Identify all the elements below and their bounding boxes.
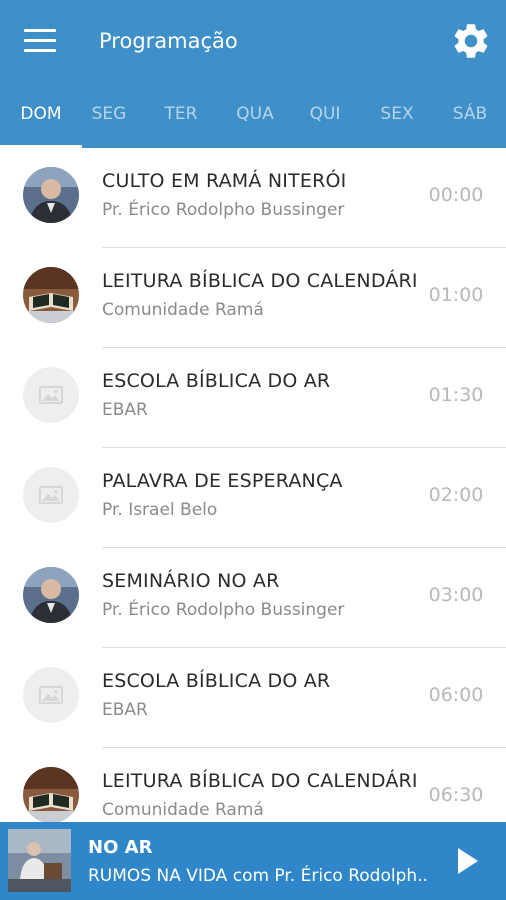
tab-qua[interactable]: QUA — [222, 96, 288, 148]
list-item[interactable]: CULTO EM RAMÁ NITERÓI Pr. Érico Rodolpho… — [0, 148, 506, 248]
app-bar: Programação DOM SEG TER QUA QUI SEX SÁB — [0, 0, 506, 148]
program-title: CULTO EM RAMÁ NITERÓI — [102, 170, 347, 192]
program-thumbnail — [8, 829, 71, 892]
tab-seg[interactable]: SEG — [76, 96, 142, 148]
image-placeholder-icon — [23, 367, 79, 423]
program-time: 00:00 — [428, 184, 484, 206]
schedule-list: CULTO EM RAMÁ NITERÓI Pr. Érico Rodolpho… — [0, 148, 506, 822]
program-host: Pr. Israel Belo — [102, 500, 218, 520]
list-item[interactable]: LEITURA BÍBLICA DO CALENDÁRIO Comunidade… — [0, 248, 506, 348]
program-time: 02:00 — [428, 484, 484, 506]
list-item[interactable]: SEMINÁRIO NO AR Pr. Érico Rodolpho Bussi… — [0, 548, 506, 648]
program-title: PALAVRA DE ESPERANÇA — [102, 470, 343, 492]
play-icon[interactable] — [448, 842, 484, 880]
live-status-label: NO AR — [88, 837, 153, 858]
program-time: 03:00 — [428, 584, 484, 606]
now-playing-bar[interactable]: NO AR RUMOS NA VIDA com Pr. Érico Rodolp… — [0, 822, 506, 900]
program-host: EBAR — [102, 400, 148, 420]
now-playing-title: RUMOS NA VIDA com Pr. Érico Rodolph.. — [88, 866, 428, 886]
gear-icon[interactable] — [450, 20, 492, 62]
tab-sex[interactable]: SEX — [364, 96, 430, 148]
tab-dom[interactable]: DOM — [0, 96, 82, 148]
list-item[interactable]: ESCOLA BÍBLICA DO AR EBAR 06:00 — [0, 648, 506, 748]
list-item[interactable]: LEITURA BÍBLICA DO CALENDÁRIO Comunidade… — [0, 748, 506, 822]
page-title: Programação — [99, 29, 238, 53]
bible-photo — [23, 267, 79, 323]
program-host: Comunidade Ramá — [102, 300, 264, 320]
program-host: Comunidade Ramá — [102, 800, 264, 820]
image-placeholder-icon — [23, 667, 79, 723]
image-placeholder-icon — [23, 467, 79, 523]
program-host: EBAR — [102, 700, 148, 720]
hamburger-menu-icon[interactable] — [24, 29, 56, 53]
program-time: 01:00 — [428, 284, 484, 306]
program-title: LEITURA BÍBLICA DO CALENDÁRIO — [102, 270, 416, 292]
tab-qui[interactable]: QUI — [292, 96, 358, 148]
program-host: Pr. Érico Rodolpho Bussinger — [102, 600, 345, 620]
program-time: 01:30 — [428, 384, 484, 406]
list-item[interactable]: PALAVRA DE ESPERANÇA Pr. Israel Belo 02:… — [0, 448, 506, 548]
day-tabs: DOM SEG TER QUA QUI SEX SÁB — [0, 96, 506, 148]
program-title: SEMINÁRIO NO AR — [102, 570, 280, 592]
program-time: 06:30 — [428, 784, 484, 806]
tab-sab[interactable]: SÁB — [437, 96, 503, 148]
pastor-photo — [23, 167, 79, 223]
program-host: Pr. Érico Rodolpho Bussinger — [102, 200, 345, 220]
bible-photo — [23, 767, 79, 822]
program-title: LEITURA BÍBLICA DO CALENDÁRIO — [102, 770, 416, 792]
program-title: ESCOLA BÍBLICA DO AR — [102, 370, 331, 392]
program-time: 06:00 — [428, 684, 484, 706]
list-item[interactable]: ESCOLA BÍBLICA DO AR EBAR 01:30 — [0, 348, 506, 448]
tab-ter[interactable]: TER — [148, 96, 214, 148]
pastor-photo — [23, 567, 79, 623]
program-title: ESCOLA BÍBLICA DO AR — [102, 670, 331, 692]
